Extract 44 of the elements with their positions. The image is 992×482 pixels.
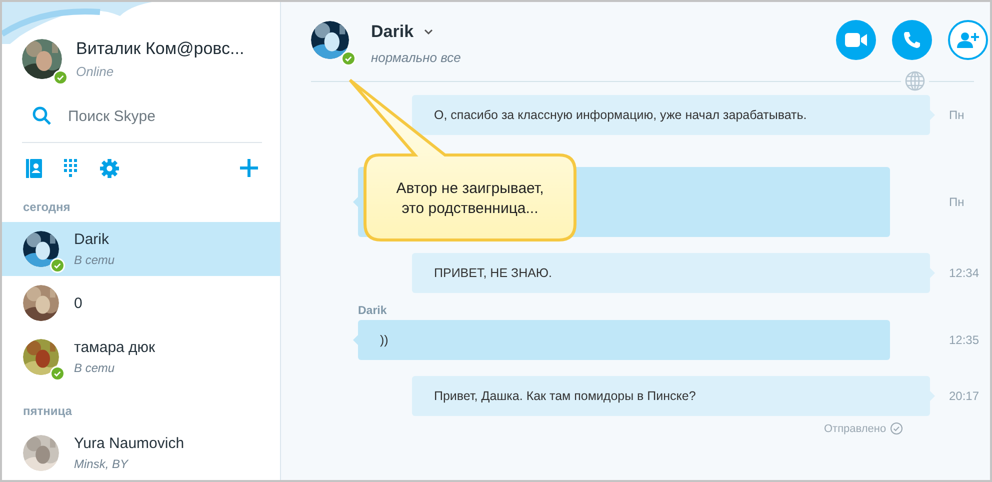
video-camera-icon (845, 32, 867, 46)
message-time: Пн (949, 195, 964, 209)
contact-status: Minsk, BY (74, 457, 130, 471)
search-field[interactable]: Поиск Skype (68, 108, 238, 124)
sender-name: Darik (358, 305, 388, 317)
message-time: 20:17 (949, 389, 980, 403)
message-time: 12:35 (949, 333, 980, 347)
message-text: Привет, Дашка. Как там помидоры в Пинске? (434, 389, 696, 403)
contact-item[interactable]: Yura Naumovich Minsk, BY (2, 426, 280, 480)
add-person-icon (957, 32, 979, 48)
add-icon[interactable] (240, 159, 258, 177)
search-icon (32, 106, 52, 126)
section-header: сегодня (22, 200, 72, 216)
profile-name: Виталик Ком@ровс... (76, 39, 244, 59)
contact-name: Darik (371, 22, 414, 42)
add-contact-button[interactable] (948, 20, 988, 60)
contact-name: Yura Naumovich (74, 435, 184, 452)
message-time: Пн (949, 108, 964, 122)
contact-item[interactable]: Darik В сети (2, 222, 280, 276)
mood-message: нормально все (371, 50, 461, 65)
message-text: О, спасибо за классную информацию, уже начал зарабатывать. (434, 108, 807, 122)
message-text: ПРИВЕТ, НЕ ЗНАЮ. (434, 266, 552, 280)
video-call-button[interactable] (836, 20, 876, 60)
contact-name: тамара дюк (74, 339, 156, 356)
delivery-status: Отправлено (824, 422, 886, 434)
contact-item[interactable]: 0 (2, 276, 280, 330)
contacts-icon[interactable] (26, 158, 42, 178)
profile-status: Online (76, 64, 115, 79)
caret-icon[interactable] (424, 29, 433, 35)
message-time: 12:34 (949, 266, 980, 280)
contact-status: В сети (74, 361, 116, 375)
callout-text: Автор не заигрывает, это родственница... (395, 179, 545, 218)
contact-name: 0 (74, 294, 82, 312)
phone-icon (903, 30, 921, 48)
message-text: )) (380, 333, 388, 347)
contact-status: В сети (74, 253, 115, 267)
section-header: пятница (22, 404, 73, 420)
contact-item[interactable]: тамара дюк В сети (2, 330, 280, 384)
globe-icon[interactable] (905, 71, 925, 91)
sent-check-icon (890, 422, 904, 435)
settings-icon[interactable] (100, 158, 119, 178)
dialpad-icon[interactable] (64, 159, 78, 177)
contact-name: Darik (74, 231, 110, 248)
call-button[interactable] (892, 20, 932, 60)
